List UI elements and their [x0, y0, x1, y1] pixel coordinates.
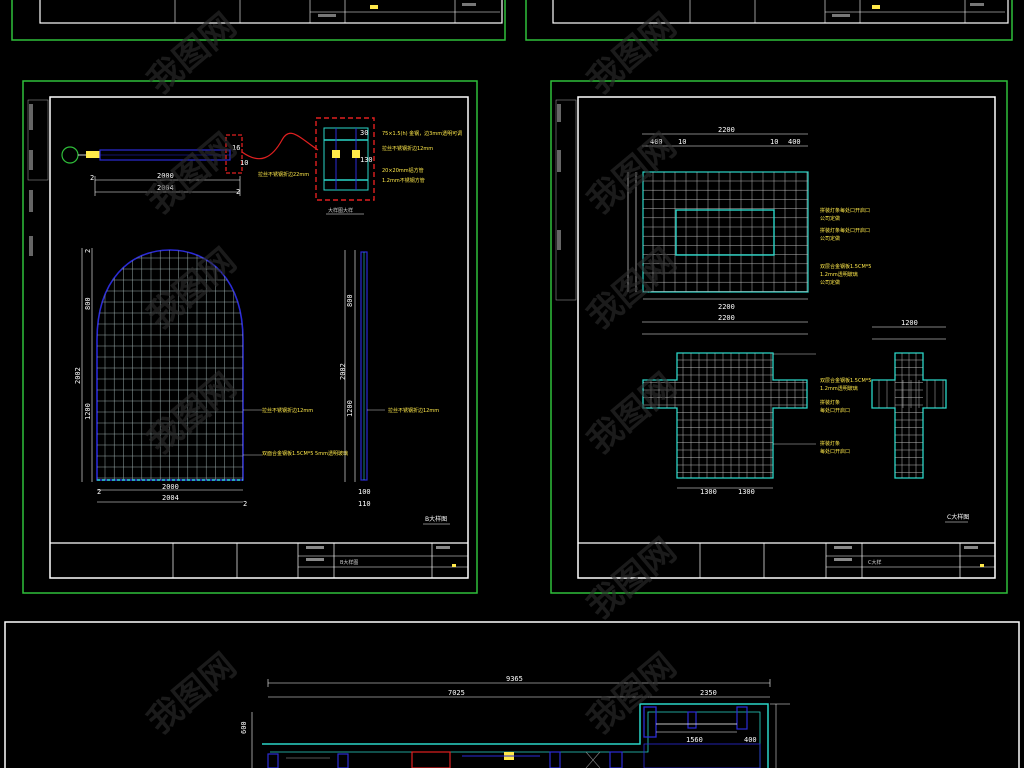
- svg-text:130: 130: [360, 156, 373, 164]
- top-grid-note-1: 拼装灯条每处口开启口: [820, 207, 870, 214]
- arch-bottom-2000: 2000: [162, 483, 179, 491]
- top-grid-note-3: 拼装灯条每处口开启口: [820, 227, 870, 234]
- side-dim-2002: 2002: [339, 363, 347, 380]
- arch-bottom-end-right: 2: [243, 500, 247, 508]
- small-cross-plan: 1200: [871, 319, 947, 479]
- top-grid-note-4: 公司定做: [820, 235, 840, 242]
- side-dim-800: 800: [346, 294, 354, 307]
- plan-dim-left-vertical: 600: [240, 721, 248, 734]
- side-elevation: 800 2002 1200 100 110 拉丝不锈钢折边12mm: [339, 250, 439, 508]
- watermark-text: 我图网: [140, 126, 244, 222]
- top-grid-note-7: 公司定做: [820, 279, 840, 286]
- svg-text:400: 400: [788, 138, 801, 146]
- top-grid-dim-2: 2200: [718, 303, 735, 311]
- cross-note-2: 1.2mm透明玻璃: [820, 385, 858, 392]
- detail-note-3: 20×20mm铝方管: [382, 167, 424, 174]
- arch-dim-2002: 2002: [74, 367, 82, 384]
- top-dim-end-left: 2: [90, 174, 94, 182]
- cross-bottom-1: 1300: [700, 488, 717, 496]
- plan-dim-side: 400: [744, 736, 757, 744]
- side-note: 拉丝不锈钢折边12mm: [388, 407, 439, 414]
- watermark-text: 我图网: [140, 6, 244, 102]
- top-dim-end-right: 2: [236, 188, 240, 196]
- watermark-text: 我图网: [580, 646, 684, 742]
- sheet-right-tag: C大样图: [947, 513, 969, 521]
- cross-note-1: 双层合金钢板1.5CM*5: [820, 377, 871, 384]
- watermark-text: 我图网: [580, 6, 684, 102]
- arch-bottom-end-left: 2: [97, 488, 101, 496]
- top-grid-note-6: 1.2mm透明玻璃: [820, 271, 858, 278]
- cross-grid-lines: [643, 353, 807, 478]
- top-grid-dim-1: 2200: [718, 126, 735, 134]
- svg-text:10: 10: [770, 138, 778, 146]
- plan-dim-total: 9365: [506, 675, 523, 683]
- arch-note-2: 双面合金钢板1.5CM*5 5mm透明玻璃: [262, 450, 348, 457]
- plan-dim-inner: 1560: [686, 736, 703, 744]
- arch-note-1: 拉丝不锈钢折边12mm: [262, 407, 313, 414]
- cross-note-4: 每处口开启口: [820, 407, 850, 414]
- svg-text:10: 10: [678, 138, 686, 146]
- arch-bottom-2004: 2004: [162, 494, 179, 502]
- detail-note-1: 75×1.5(h) 金钢，边3mm透明可调: [382, 130, 462, 137]
- arch-dim-1200: 1200: [84, 403, 92, 420]
- watermark-text: 我图网: [140, 366, 244, 462]
- top-note: 拉丝不锈钢折边22mm: [258, 171, 309, 178]
- watermark-text: 我图网: [580, 241, 684, 337]
- svg-text:10: 10: [240, 159, 248, 167]
- watermark-text: 我图网: [580, 531, 684, 627]
- cross-note-5: 拼装灯条: [820, 440, 840, 447]
- side-bottom-110: 110: [358, 500, 371, 508]
- top-grid-note-5: 双层合金钢板1.5CM*5: [820, 263, 871, 270]
- watermark-text: 我图网: [580, 366, 684, 462]
- top-grid-note-2: 公司定做: [820, 215, 840, 222]
- sheet-bottom-plan: 9365 7025 2350 600 1560 400: [4, 621, 1020, 768]
- watermark-text: 我图网: [580, 126, 684, 222]
- side-dim-1200: 1200: [346, 400, 354, 417]
- sheet-right-title: C大样: [868, 559, 882, 566]
- watermark-text: 我图网: [140, 646, 244, 742]
- arch-top-dim: 2: [84, 249, 92, 253]
- detail-note-4: 1.2mm不锈钢方管: [382, 177, 425, 184]
- sheet-left-tag: B大样图: [425, 515, 447, 523]
- side-bottom-100: 100: [358, 488, 371, 496]
- cross-plan: 2200 1300 1300 双层合金钢板1.5CM*5 1.2mm透明玻璃 拼…: [642, 314, 871, 496]
- sheet-right-margin-blocks: [555, 99, 577, 301]
- detail-label: 大样图大样: [328, 207, 353, 214]
- sheet-left: 2000 2004 2 2 16 10 拉丝不锈钢折边22mm 30 130 大…: [22, 80, 478, 594]
- cross-dim-1: 2200: [718, 314, 735, 322]
- top-right-sheet-partial: [525, 0, 1013, 41]
- watermark-text: 我图网: [140, 241, 244, 337]
- plan-dim-right: 2350: [700, 689, 717, 697]
- cross-note-3: 拼装灯条: [820, 399, 840, 406]
- svg-text:30: 30: [360, 129, 368, 137]
- sheet-left-title-block: B大样图: [50, 542, 468, 578]
- cross-bottom-2: 1300: [738, 488, 755, 496]
- small-cross-grid-lines: [878, 353, 944, 478]
- cad-drawing-canvas: 2000 2004 2 2 16 10 拉丝不锈钢折边22mm 30 130 大…: [4, 0, 1020, 768]
- detail-box: 30 130 大样图大样 75×1.5(h) 金钢，边3mm透明可调 拉丝不锈钢…: [315, 117, 462, 215]
- top-left-sheet-partial: [11, 0, 506, 41]
- small-cross-dim: 1200: [901, 319, 918, 327]
- plan-dim-left: 7025: [448, 689, 465, 697]
- sheet-left-title: B大样图: [340, 559, 358, 566]
- detail-note-2: 拉丝不锈钢折边12mm: [382, 145, 433, 152]
- watermark-layer: 我图网我图网我图网我图网我图网我图网我图网我图网我图网我图网我图网: [140, 6, 684, 742]
- cross-note-6: 每处口开启口: [820, 448, 850, 455]
- sheet-left-margin-blocks: [27, 99, 49, 256]
- arch-dim-800: 800: [84, 297, 92, 310]
